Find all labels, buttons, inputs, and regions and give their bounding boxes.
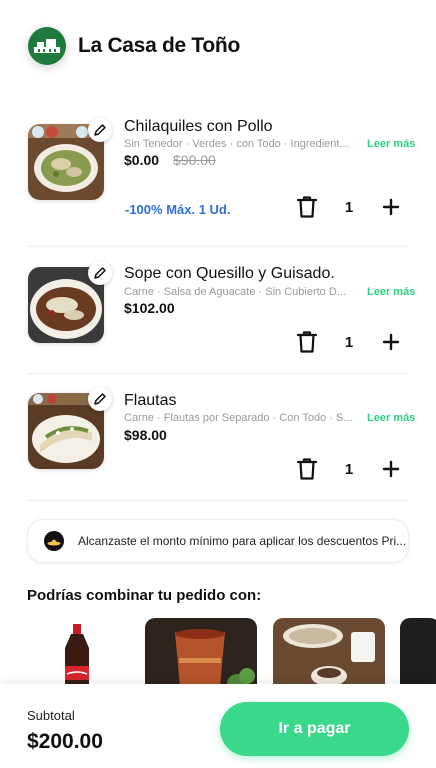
plus-icon bbox=[382, 333, 400, 351]
subtotal-label: Subtotal bbox=[27, 708, 75, 723]
item-thumbnail[interactable] bbox=[28, 118, 112, 200]
cart-item: Sope con Quesillo y Guisado. Carne · Sal… bbox=[28, 261, 415, 362]
read-more-link[interactable]: Leer más bbox=[367, 138, 415, 150]
cart-item: Flautas Carne · Flautas por Separado · C… bbox=[28, 387, 415, 488]
store-logo bbox=[28, 27, 66, 65]
promo-label: -100% Máx. 1 Ud. bbox=[125, 202, 231, 217]
edit-item-button[interactable] bbox=[88, 261, 112, 285]
sombrero-icon bbox=[44, 531, 64, 551]
checkout-button[interactable]: Ir a pagar bbox=[220, 702, 409, 756]
cart-item: Chilaquiles con Pollo Sin Tenedor · Verd… bbox=[28, 118, 415, 234]
trash-icon bbox=[296, 196, 318, 218]
quantity-value: 1 bbox=[344, 198, 354, 216]
quantity-stepper: 1 bbox=[294, 194, 404, 220]
item-price: $102.00 bbox=[124, 300, 175, 316]
item-old-price: $90.00 bbox=[173, 152, 216, 168]
item-name: Flautas bbox=[124, 392, 177, 409]
building-icon bbox=[34, 39, 60, 53]
read-more-link[interactable]: Leer más bbox=[367, 286, 415, 298]
remove-item-button[interactable] bbox=[294, 194, 320, 220]
pencil-icon bbox=[94, 124, 106, 136]
item-name: Chilaquiles con Pollo bbox=[124, 118, 273, 135]
quantity-value: 1 bbox=[344, 333, 354, 351]
item-thumbnail[interactable] bbox=[28, 261, 112, 343]
suggestions-title: Podrías combinar tu pedido con: bbox=[27, 587, 262, 604]
item-thumbnail[interactable] bbox=[28, 387, 112, 469]
divider bbox=[28, 500, 408, 501]
item-name: Sope con Quesillo y Guisado. bbox=[124, 265, 335, 282]
divider bbox=[28, 246, 408, 247]
trash-icon bbox=[296, 331, 318, 353]
header: La Casa de Toño bbox=[0, 0, 436, 92]
pencil-icon bbox=[94, 393, 106, 405]
item-description: Sin Tenedor · Verdes · con Todo · Ingred… bbox=[124, 138, 349, 150]
remove-item-button[interactable] bbox=[294, 456, 320, 482]
increase-quantity-button[interactable] bbox=[378, 329, 404, 355]
discount-notice[interactable]: Alcanzaste el monto mínimo para aplicar … bbox=[27, 519, 409, 563]
item-description: Carne · Flautas por Separado · Con Todo … bbox=[124, 412, 353, 424]
checkout-footer: Subtotal $200.00 Ir a pagar bbox=[0, 684, 436, 768]
divider bbox=[28, 373, 408, 374]
subtotal-value: $200.00 bbox=[27, 730, 103, 753]
plus-icon bbox=[382, 460, 400, 478]
remove-item-button[interactable] bbox=[294, 329, 320, 355]
item-price: $0.00 bbox=[124, 152, 160, 168]
store-name: La Casa de Toño bbox=[78, 34, 240, 57]
quantity-stepper: 1 bbox=[294, 329, 404, 355]
trash-icon bbox=[296, 458, 318, 480]
plus-icon bbox=[382, 198, 400, 216]
increase-quantity-button[interactable] bbox=[378, 456, 404, 482]
quantity-value: 1 bbox=[344, 460, 354, 478]
notice-text: Alcanzaste el monto mínimo para aplicar … bbox=[78, 534, 407, 548]
read-more-link[interactable]: Leer más bbox=[367, 412, 415, 424]
increase-quantity-button[interactable] bbox=[378, 194, 404, 220]
edit-item-button[interactable] bbox=[88, 118, 112, 142]
edit-item-button[interactable] bbox=[88, 387, 112, 411]
item-price: $98.00 bbox=[124, 427, 167, 443]
pencil-icon bbox=[94, 267, 106, 279]
quantity-stepper: 1 bbox=[294, 456, 404, 482]
item-description: Carne · Salsa de Aguacate · Sin Cubierto… bbox=[124, 286, 346, 298]
